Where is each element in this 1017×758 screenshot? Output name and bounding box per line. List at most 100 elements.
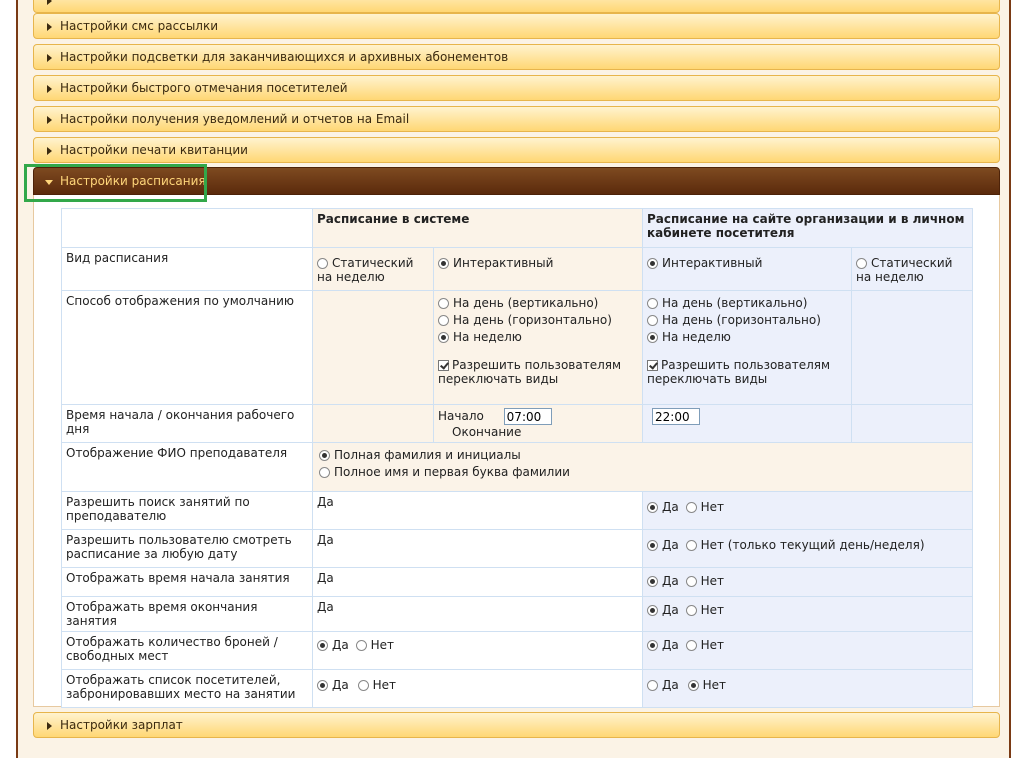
radio-sys-static[interactable]	[317, 258, 328, 269]
accordion-email[interactable]: Настройки получения уведомлений и отчето…	[33, 106, 1000, 132]
radio-option[interactable]: На неделю	[438, 330, 638, 344]
option-label: Да	[332, 638, 349, 652]
header-empty	[61, 208, 313, 248]
option-label: Нет	[372, 678, 396, 692]
checkbox-site-allow-switch[interactable]	[647, 360, 659, 371]
empty-cell	[851, 404, 974, 443]
schedule-settings-table: Расписание в системе Расписание на сайте…	[61, 208, 974, 708]
option-label: Нет	[700, 603, 724, 617]
radio-site-static[interactable]	[856, 258, 868, 269]
header-site: Расписание на сайте организации и в личн…	[642, 208, 974, 248]
chevron-right-icon	[47, 147, 52, 155]
radio-start-no[interactable]	[685, 576, 697, 587]
radio-anydate-no[interactable]	[685, 540, 697, 551]
radio-site-bookings-no[interactable]	[685, 640, 697, 651]
radio-site-interactive[interactable]	[647, 258, 659, 269]
chevron-right-icon	[47, 722, 52, 730]
radio-site-week[interactable]	[647, 332, 659, 343]
option-label: Да	[332, 678, 349, 692]
accordion-quick-mark[interactable]: Настройки быстрого отмечания посетителей	[33, 75, 1000, 101]
accordion-receipt[interactable]: Настройки печати квитанции	[33, 137, 1000, 163]
radio-search-yes[interactable]	[647, 502, 659, 513]
radio-option[interactable]: Полная фамилия и инициалы	[319, 448, 968, 462]
accordion-label: Настройки печати квитанции	[60, 143, 248, 157]
radio-end-no[interactable]	[685, 605, 697, 616]
radio-option[interactable]: На день (горизонтально)	[647, 313, 847, 327]
end-time-label: Окончание	[452, 425, 522, 439]
radio-end-yes[interactable]	[647, 605, 659, 616]
radio-option[interactable]: На неделю	[647, 330, 847, 344]
radio-option[interactable]: Полное имя и первая буква фамилии	[319, 465, 968, 479]
option-label: Интерактивный	[453, 256, 554, 270]
chevron-right-icon	[47, 0, 52, 5]
radio-anydate-yes[interactable]	[647, 540, 659, 551]
option-label: Нет	[700, 574, 724, 588]
radio-search-no[interactable]	[685, 502, 697, 513]
radio-teacher-first[interactable]	[319, 467, 330, 478]
accordion-salary[interactable]: Настройки зарплат	[33, 712, 1000, 738]
accordion-label: Настройки получения уведомлений и отчето…	[60, 112, 410, 126]
row-label: Разрешить поиск занятий по преподавателю	[61, 491, 313, 530]
radio-sys-interactive[interactable]	[438, 258, 449, 269]
sys-value: Да	[311, 529, 644, 568]
accordion-label: Настройки подсветки для заканчивающихся …	[60, 50, 509, 64]
radio-sys-visitors-no[interactable]	[357, 680, 369, 691]
accordion-label: Настройки смс рассылки	[60, 19, 219, 33]
checkbox-option[interactable]: Разрешить пользователям переключать виды	[438, 358, 638, 386]
accordion-label: Настройки зарплат	[60, 718, 183, 732]
radio-sys-visitors-yes[interactable]	[317, 680, 328, 691]
option-label: На день (горизонтально)	[453, 313, 612, 327]
radio-sys-day-h[interactable]	[438, 315, 449, 326]
row-label: Время начала / окончания рабочего дня	[61, 404, 313, 443]
accordion-schedule[interactable]: Настройки расписания	[33, 167, 1000, 195]
radio-site-bookings-yes[interactable]	[647, 640, 659, 651]
radio-site-visitors-yes[interactable]	[647, 680, 659, 691]
accordion-sms[interactable]: Настройки смс рассылки	[33, 13, 1000, 39]
radio-sys-week[interactable]	[438, 332, 449, 343]
option-label: Да	[662, 603, 679, 617]
accordion-highlight[interactable]: Настройки подсветки для заканчивающихся …	[33, 44, 1000, 70]
option-label: Да	[662, 638, 679, 652]
chevron-down-icon	[45, 180, 53, 185]
radio-site-visitors-no[interactable]	[687, 680, 699, 691]
row-label: Отображать время окончания занятия	[61, 596, 313, 632]
empty-cell	[851, 290, 974, 405]
radio-sys-day-v[interactable]	[438, 298, 449, 309]
empty-cell	[312, 290, 434, 405]
sys-value: Да	[311, 491, 644, 530]
option-label: На неделю	[662, 330, 731, 344]
option-label: Нет	[370, 638, 394, 652]
radio-start-yes[interactable]	[647, 576, 659, 587]
radio-site-day-h[interactable]	[647, 315, 659, 326]
accordion-label: Настройки расписания	[60, 174, 206, 188]
start-time-input[interactable]	[503, 408, 552, 425]
option-label: На день (вертикально)	[453, 296, 599, 310]
option-label: Интерактивный	[662, 256, 763, 270]
option-label: Да	[662, 678, 679, 692]
checkbox-sys-allow-switch[interactable]	[438, 360, 449, 371]
row-label: Отображать время начала занятия	[61, 567, 313, 597]
radio-teacher-full[interactable]	[319, 450, 330, 461]
checkbox-option[interactable]: Разрешить пользователям переключать виды	[647, 358, 847, 386]
radio-site-day-v[interactable]	[647, 298, 659, 309]
option-label: Да	[662, 574, 679, 588]
empty-cell	[312, 404, 434, 443]
sys-value: Да	[311, 567, 644, 597]
radio-option[interactable]: На день (вертикально)	[438, 296, 638, 310]
accordion-item-prev[interactable]	[33, 0, 1000, 13]
end-time-input[interactable]	[652, 408, 701, 425]
radio-option[interactable]: На день (вертикально)	[647, 296, 847, 310]
radio-sys-bookings-no[interactable]	[355, 640, 367, 651]
checkbox-label: Разрешить пользователям переключать виды	[438, 358, 622, 386]
row-label: Отображать количество броней / свободных…	[61, 631, 313, 670]
radio-option[interactable]: На день (горизонтально)	[438, 313, 638, 327]
option-label: Да	[662, 538, 679, 552]
radio-sys-bookings-yes[interactable]	[317, 640, 328, 651]
option-label: На день (вертикально)	[662, 296, 808, 310]
chevron-right-icon	[47, 116, 52, 124]
option-label: Нет	[700, 500, 724, 514]
row-label: Отображать список посетителей, заброниро…	[61, 669, 313, 708]
option-label: Нет	[700, 638, 724, 652]
chevron-right-icon	[47, 85, 52, 93]
option-label: Полное имя и первая буква фамилии	[334, 465, 570, 479]
